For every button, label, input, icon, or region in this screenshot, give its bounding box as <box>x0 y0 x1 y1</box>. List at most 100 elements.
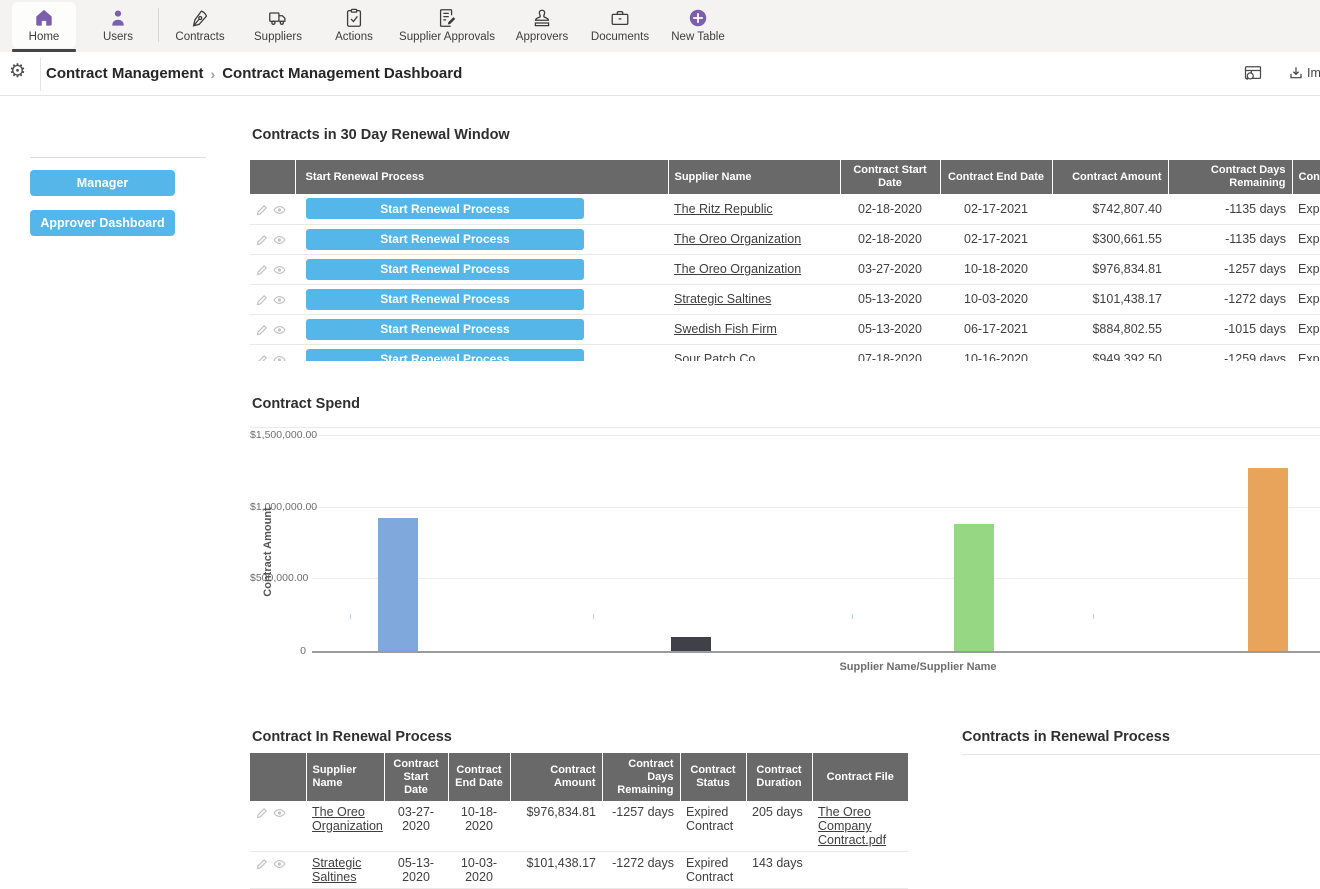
cell-days-remaining: -1015 days <box>1168 314 1292 344</box>
breadcrumb: Contract Management › Contract Managemen… <box>46 65 462 82</box>
header-days-remaining[interactable]: Contract Days Remaining <box>602 753 680 801</box>
pen-nib-icon <box>189 7 211 29</box>
supplier-link[interactable]: Strategic Saltines <box>312 856 361 884</box>
header-supplier[interactable]: Supplier Name <box>668 160 840 194</box>
tab-contracts[interactable]: Contracts <box>167 2 233 48</box>
header-status[interactable]: Contract Status <box>1292 160 1320 194</box>
start-renewal-process-button[interactable]: Start Renewal Process <box>306 319 584 340</box>
view-eye-icon[interactable] <box>273 858 286 870</box>
cell-supplier: Sour Patch Co <box>668 344 840 361</box>
contract-file-link[interactable]: The Oreo Company Contract.pdf <box>818 805 886 847</box>
header-start-date[interactable]: Contract Start Date <box>840 160 940 194</box>
header-icons <box>250 160 295 194</box>
start-renewal-process-button[interactable]: Start Renewal Process <box>306 198 584 219</box>
header-action[interactable]: Start Renewal Process <box>295 160 668 194</box>
tab-label: New Table <box>671 31 725 43</box>
cell-icons <box>250 284 295 314</box>
tab-actions[interactable]: Actions <box>323 2 385 48</box>
edit-pencil-icon[interactable] <box>256 858 268 870</box>
view-eye-icon[interactable] <box>273 294 286 306</box>
cell-end-date: 10-03-2020 <box>448 852 510 889</box>
clipboard-check-icon <box>343 7 365 29</box>
tab-users[interactable]: Users <box>86 2 150 48</box>
header-duration[interactable]: Contract Duration <box>746 753 812 801</box>
supplier-link[interactable]: The Oreo Organization <box>674 262 801 276</box>
view-eye-icon[interactable] <box>273 324 286 336</box>
header-start-date[interactable]: Contract Start Date <box>384 753 448 801</box>
row-action-icons <box>256 202 289 216</box>
top-navigation: Home Users Contracts Suppliers Actions S… <box>0 0 1320 52</box>
cell-start-date: 05-13-2020 <box>384 852 448 889</box>
start-renewal-process-button[interactable]: Start Renewal Process <box>306 349 584 362</box>
report-search-icon[interactable] <box>1243 63 1263 83</box>
tab-approvers[interactable]: Approvers <box>509 2 575 48</box>
header-end-date[interactable]: Contract End Date <box>448 753 510 801</box>
supplier-link[interactable]: Swedish Fish Firm <box>674 322 777 336</box>
edit-pencil-icon[interactable] <box>256 234 268 246</box>
import-icon <box>1288 65 1304 81</box>
edit-pencil-icon[interactable] <box>256 354 268 361</box>
start-renewal-process-button[interactable]: Start Renewal Process <box>306 229 584 250</box>
supplier-link[interactable]: Sour Patch Co <box>674 352 755 361</box>
supplier-link[interactable]: The Ritz Republic <box>674 202 773 216</box>
start-renewal-process-button[interactable]: Start Renewal Process <box>306 259 584 280</box>
edit-pencil-icon[interactable] <box>256 264 268 276</box>
cell-days-remaining: -1135 days <box>1168 224 1292 254</box>
renewal-process-section: Contracts in Renewal Process <box>962 725 1320 755</box>
edit-pencil-icon[interactable] <box>256 807 268 819</box>
cell-days-remaining: -1272 days <box>602 852 680 889</box>
x-axis-title: Supplier Name/Supplier Name <box>808 661 1028 673</box>
view-eye-icon[interactable] <box>273 204 286 216</box>
header-supplier[interactable]: Supplier Name <box>306 753 384 801</box>
cell-start-date: 02-18-2020 <box>840 194 940 224</box>
header-file[interactable]: Contract File <box>812 753 908 801</box>
gear-icon[interactable]: ⚙ <box>9 62 26 81</box>
chevron-right-icon: › <box>211 66 216 82</box>
table-row: Start Renewal Process Sour Patch Co 07-18-… <box>250 344 1320 361</box>
header-amount[interactable]: Contract Amount <box>1052 160 1168 194</box>
manager-button[interactable]: Manager <box>30 170 175 196</box>
header-amount[interactable]: Contract Amount <box>510 753 602 801</box>
edit-pencil-icon[interactable] <box>256 294 268 306</box>
tab-label: Suppliers <box>254 31 302 43</box>
tab-label: Contracts <box>175 31 224 43</box>
header-end-date[interactable]: Contract End Date <box>940 160 1052 194</box>
view-eye-icon[interactable] <box>273 354 286 361</box>
row-action-icons <box>256 262 289 276</box>
bar-series-3 <box>1248 468 1288 651</box>
tab-home[interactable]: Home <box>12 2 76 48</box>
cell-amount: $101,438.17 <box>1052 284 1168 314</box>
cell-action: Start Renewal Process <box>295 284 668 314</box>
table-row: Strategic Saltines05-13-202010-03-2020$1… <box>250 852 908 889</box>
tab-label: Users <box>103 31 133 43</box>
view-eye-icon[interactable] <box>273 807 286 819</box>
breadcrumb-app[interactable]: Contract Management <box>46 65 204 82</box>
row-action-icons <box>256 292 289 306</box>
cell-start-date: 07-18-2020 <box>840 344 940 361</box>
view-eye-icon[interactable] <box>273 264 286 276</box>
supplier-link[interactable]: The Oreo Organization <box>312 805 383 833</box>
cell-supplier: Strategic Saltines <box>668 284 840 314</box>
tab-new-table[interactable]: New Table <box>665 2 731 48</box>
edit-pencil-icon[interactable] <box>256 324 268 336</box>
start-renewal-process-button[interactable]: Start Renewal Process <box>306 289 584 310</box>
cell-start-date: 03-27-2020 <box>840 254 940 284</box>
supplier-link[interactable]: Strategic Saltines <box>674 292 771 306</box>
cell-status: Expired Contract <box>1292 284 1320 314</box>
approver-dashboard-button[interactable]: Approver Dashboard <box>30 210 175 236</box>
tab-suppliers[interactable]: Suppliers <box>243 2 313 48</box>
edit-pencil-icon[interactable] <box>256 204 268 216</box>
cell-start-date: 05-13-2020 <box>840 314 940 344</box>
header-status[interactable]: Contract Status <box>680 753 746 801</box>
cell-amount: $976,834.81 <box>1052 254 1168 284</box>
cell-end-date: 10-18-2020 <box>940 254 1052 284</box>
import-button[interactable]: Import <box>1288 65 1320 81</box>
tab-documents[interactable]: Documents <box>585 2 655 48</box>
cell-icons <box>250 194 295 224</box>
supplier-link[interactable]: The Oreo Organization <box>674 232 801 246</box>
tab-supplier-approvals[interactable]: Supplier Approvals <box>395 2 499 48</box>
view-eye-icon[interactable] <box>273 234 286 246</box>
tab-label: Home <box>29 31 60 43</box>
header-days-remaining[interactable]: Contract Days Remaining <box>1168 160 1292 194</box>
cell-amount: $742,807.40 <box>1052 194 1168 224</box>
